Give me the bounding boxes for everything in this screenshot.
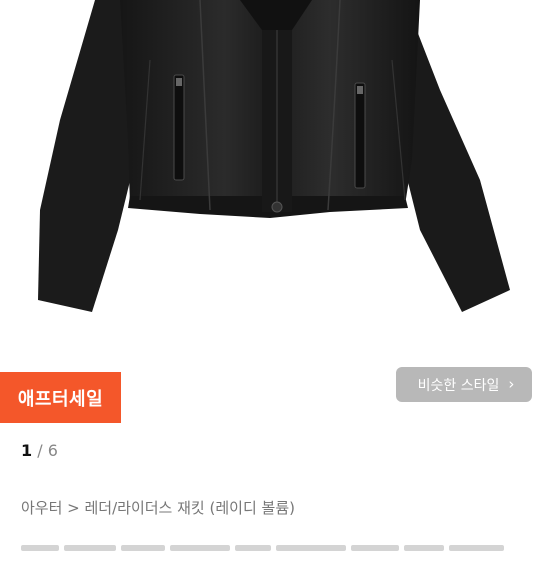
similar-style-label: 비슷한 스타일 bbox=[417, 377, 500, 394]
jacket-illustration bbox=[38, 0, 510, 312]
chevron-right-icon: › bbox=[508, 375, 515, 393]
pager-current: 1 bbox=[21, 441, 33, 460]
similar-style-button[interactable]: 비슷한 스타일 › bbox=[396, 367, 532, 402]
category-breadcrumb[interactable]: 아우터 > 레더/라이더스 재킷 (레이디 볼륨) bbox=[21, 497, 295, 518]
image-pager: 1 / 6 bbox=[21, 441, 58, 460]
product-image[interactable] bbox=[0, 0, 553, 340]
truncated-text-line bbox=[21, 545, 531, 553]
pager-separator: / bbox=[37, 441, 43, 460]
pager-total: 6 bbox=[47, 441, 58, 460]
sale-badge: 애프터세일 bbox=[0, 372, 121, 423]
